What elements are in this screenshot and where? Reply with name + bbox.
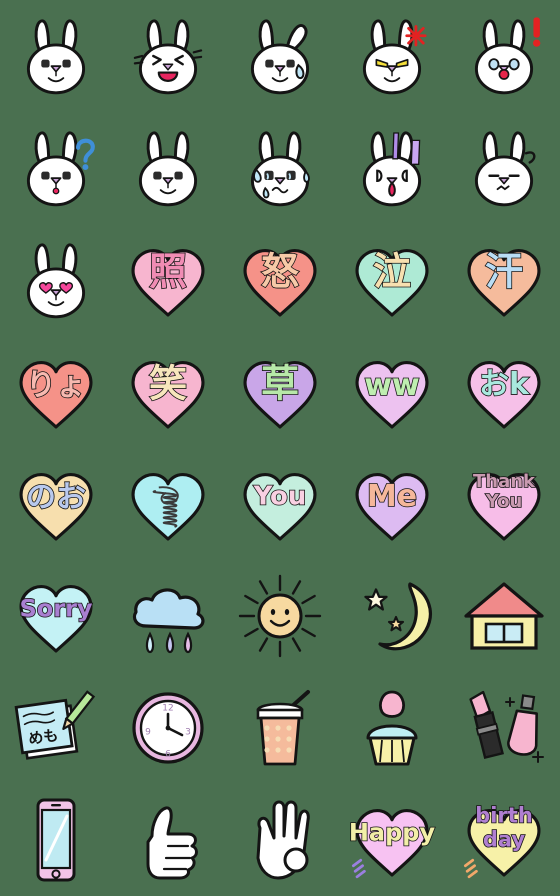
- sun-smiling-icon: [234, 570, 326, 662]
- heart-birthday-icon: birth day: [458, 794, 550, 886]
- smartphone-icon: [10, 794, 102, 886]
- emoji-sheet: 照怒泣汗りょ笑草 ww おk のお You Me Thank You Sorry めも 12 3 6 9…: [0, 0, 560, 896]
- rabbit-annoyed-icon: [458, 122, 550, 214]
- emoji-cell-rabbit-surprised[interactable]: [448, 0, 560, 112]
- svg-text:6: 6: [165, 750, 171, 760]
- rabbit-heart-eyes-icon: [10, 234, 102, 326]
- ok-hand-icon: [234, 794, 326, 886]
- rabbit-crying-icon: [234, 122, 326, 214]
- emoji-cell-rabbit-confused[interactable]: [0, 112, 112, 224]
- emoji-cell-cupcake[interactable]: [336, 672, 448, 784]
- heart-you-icon: You: [234, 458, 326, 550]
- emoji-cell-rabbit-crying[interactable]: [224, 112, 336, 224]
- emoji-cell-heart-birthday[interactable]: birth day: [448, 784, 560, 896]
- emoji-cell-house[interactable]: [448, 560, 560, 672]
- heart-angry-icon: 怒: [234, 234, 326, 326]
- emoji-cell-thumbs-up-hand[interactable]: [112, 784, 224, 896]
- emoji-cell-heart-you[interactable]: You: [224, 448, 336, 560]
- heart-laugh-icon: 笑: [122, 346, 214, 438]
- heart-sweat-icon: 汗: [458, 234, 550, 326]
- svg-text:9: 9: [145, 728, 151, 738]
- emoji-cell-heart-grass[interactable]: 草: [224, 336, 336, 448]
- rabbit-neutral-icon: [10, 10, 102, 102]
- emoji-cell-drink-cup[interactable]: [224, 672, 336, 784]
- emoji-cell-ok-hand[interactable]: [224, 784, 336, 896]
- heart-me-icon: Me: [346, 458, 438, 550]
- heart-scribble-icon: [122, 458, 214, 550]
- emoji-cell-sun-smiling[interactable]: [224, 560, 336, 672]
- rabbit-shocked-icon: [346, 122, 438, 214]
- emoji-cell-rabbit-calm[interactable]: [112, 112, 224, 224]
- wall-clock-icon: 12 3 6 9: [122, 682, 214, 774]
- house-icon: [458, 570, 550, 662]
- emoji-cell-rabbit-sad-teardrop[interactable]: [224, 0, 336, 112]
- svg-text:3: 3: [185, 728, 191, 738]
- heart-ok-icon: おk: [458, 346, 550, 438]
- emoji-cell-heart-sorry[interactable]: Sorry: [0, 560, 112, 672]
- heart-grass-icon: 草: [234, 346, 326, 438]
- emoji-cell-heart-me[interactable]: Me: [336, 448, 448, 560]
- heart-shy-icon: 照: [122, 234, 214, 326]
- emoji-cell-moon-stars[interactable]: [336, 560, 448, 672]
- emoji-cell-rabbit-annoyed[interactable]: [448, 112, 560, 224]
- emoji-cell-rabbit-heart-eyes[interactable]: [0, 224, 112, 336]
- emoji-cell-wall-clock[interactable]: 12 3 6 9: [112, 672, 224, 784]
- heart-ww-icon: ww: [346, 346, 438, 438]
- rain-cloud-icon: [122, 570, 214, 662]
- heart-thank-you-icon: Thank You: [458, 458, 550, 550]
- emoji-cell-heart-thank-you[interactable]: Thank You: [448, 448, 560, 560]
- emoji-cell-smartphone[interactable]: [0, 784, 112, 896]
- rabbit-angry-icon: [346, 10, 438, 102]
- emoji-cell-heart-ok[interactable]: おk: [448, 336, 560, 448]
- emoji-cell-rabbit-neutral[interactable]: [0, 0, 112, 112]
- svg-text:12: 12: [162, 704, 173, 714]
- rabbit-surprised-icon: [458, 10, 550, 102]
- cupcake-icon: [346, 682, 438, 774]
- emoji-cell-heart-ryo[interactable]: りょ: [0, 336, 112, 448]
- heart-happy-icon: Happy: [346, 794, 438, 886]
- rabbit-sad-teardrop-icon: [234, 10, 326, 102]
- emoji-cell-rabbit-shocked[interactable]: [336, 112, 448, 224]
- emoji-cell-memo-pad[interactable]: めも: [0, 672, 112, 784]
- heart-sorry-icon: Sorry: [10, 570, 102, 662]
- emoji-cell-heart-happy[interactable]: Happy: [336, 784, 448, 896]
- heart-cry-icon: 泣: [346, 234, 438, 326]
- emoji-cell-heart-angry[interactable]: 怒: [224, 224, 336, 336]
- moon-stars-icon: [346, 570, 438, 662]
- drink-cup-icon: [234, 682, 326, 774]
- emoji-cell-heart-ww[interactable]: ww: [336, 336, 448, 448]
- emoji-cell-rain-cloud[interactable]: [112, 560, 224, 672]
- emoji-cell-heart-cry[interactable]: 泣: [336, 224, 448, 336]
- heart-ryo-icon: りょ: [10, 346, 102, 438]
- emoji-cell-heart-scribble[interactable]: [112, 448, 224, 560]
- emoji-cell-heart-shy[interactable]: 照: [112, 224, 224, 336]
- emoji-cell-heart-sweat[interactable]: 汗: [448, 224, 560, 336]
- thumbs-up-hand-icon: [122, 794, 214, 886]
- rabbit-laughing-icon: [122, 10, 214, 102]
- emoji-cell-cosmetics[interactable]: [448, 672, 560, 784]
- emoji-cell-rabbit-angry[interactable]: [336, 0, 448, 112]
- emoji-cell-heart-laugh[interactable]: 笑: [112, 336, 224, 448]
- cosmetics-icon: [458, 682, 550, 774]
- rabbit-calm-icon: [122, 122, 214, 214]
- emoji-cell-rabbit-laughing[interactable]: [112, 0, 224, 112]
- emoji-cell-heart-nooo[interactable]: のお: [0, 448, 112, 560]
- rabbit-confused-icon: [10, 122, 102, 214]
- memo-pad-icon: めも: [10, 682, 102, 774]
- heart-nooo-icon: のお: [10, 458, 102, 550]
